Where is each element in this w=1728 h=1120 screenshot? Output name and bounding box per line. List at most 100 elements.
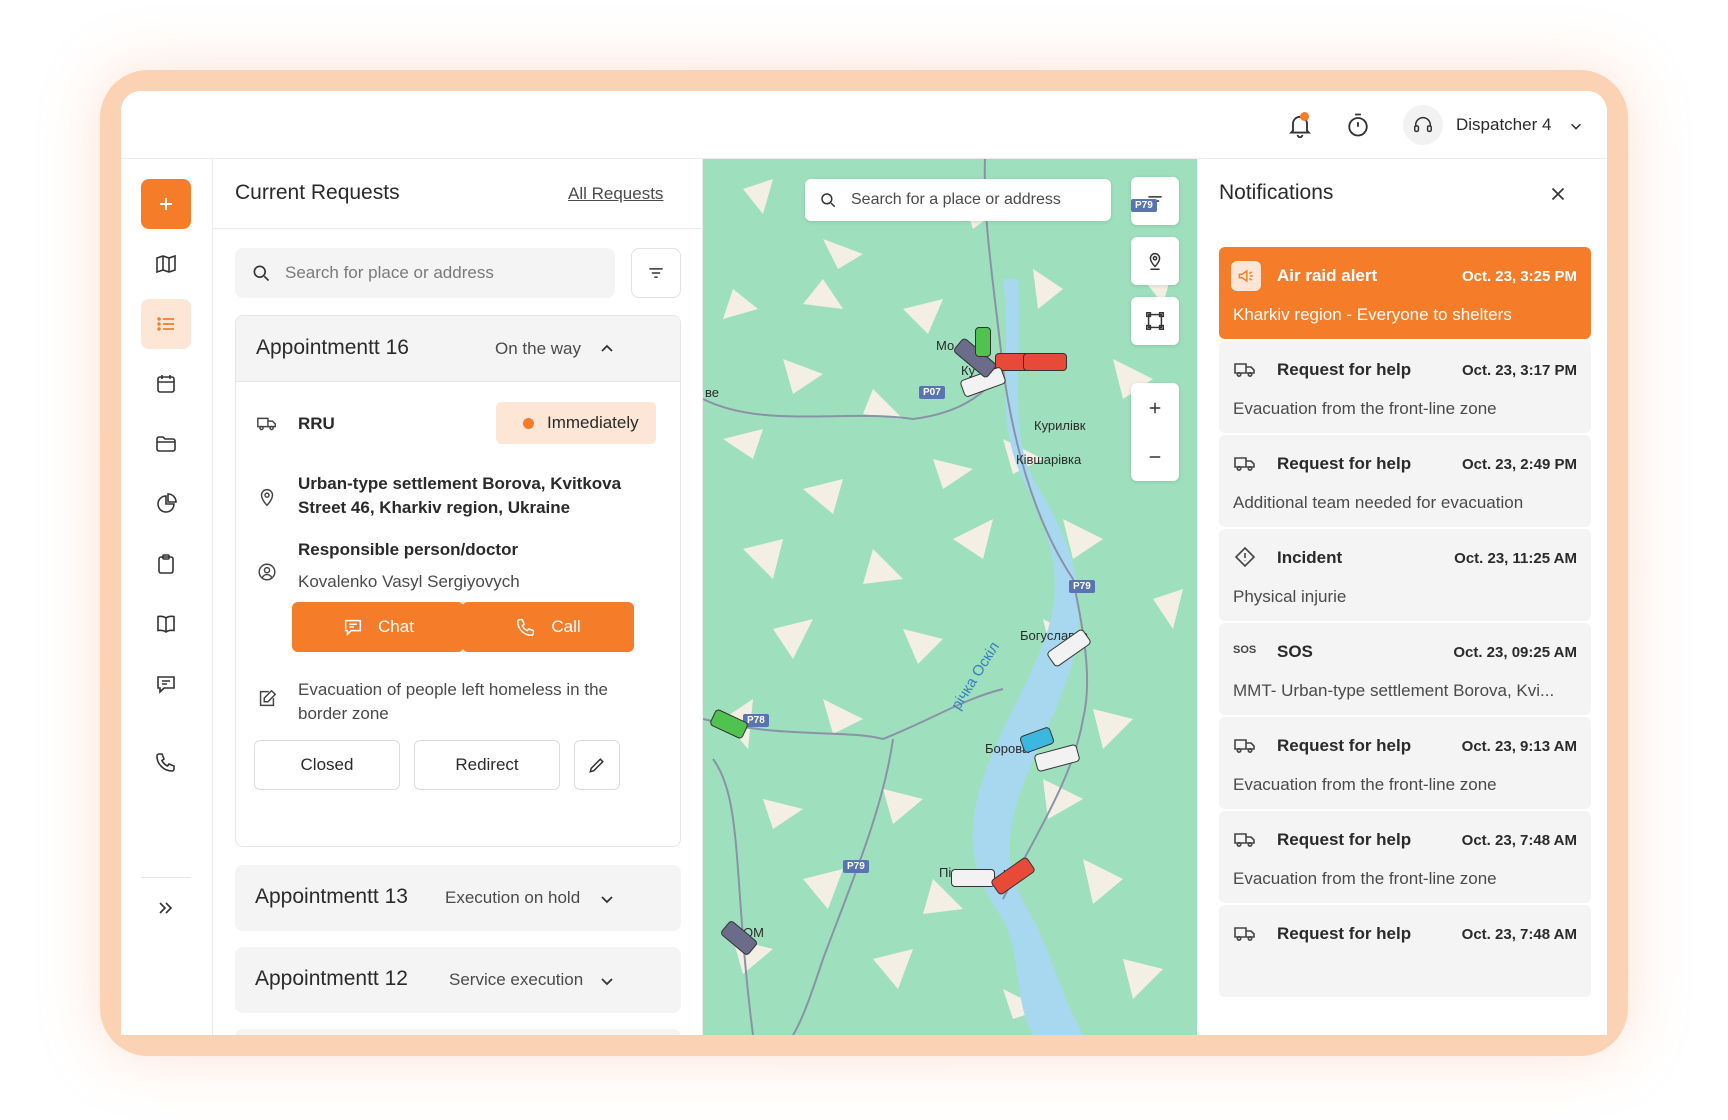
avatar[interactable] <box>1403 105 1443 145</box>
notifications-title: Notifications <box>1219 181 1334 204</box>
truck-icon <box>1234 363 1255 378</box>
notification-card[interactable]: Request for help Oct. 23, 7:48 AM <box>1219 905 1591 997</box>
notification-card[interactable]: Request for help Oct. 23, 7:48 AM Evacua… <box>1219 811 1591 903</box>
expand-sidebar-button[interactable] <box>141 883 191 933</box>
map-zoom-controls <box>1131 383 1179 481</box>
notification-body: Evacuation from the front-line zone <box>1233 399 1497 418</box>
chevron-down-icon[interactable] <box>1569 119 1583 133</box>
map-icon <box>156 254 176 274</box>
notification-card-alert[interactable]: Air raid alert Oct. 23, 3:25 PM Kharkiv … <box>1219 247 1591 339</box>
folder-icon <box>156 436 176 452</box>
redirect-button[interactable]: Redirect <box>414 740 560 790</box>
sidebar-item-book[interactable] <box>141 599 191 649</box>
sidebar-item-chat[interactable] <box>141 659 191 709</box>
map-search-input[interactable]: Search for a place or address <box>805 179 1111 221</box>
sidebar-item-folder[interactable] <box>141 419 191 469</box>
clipboard-icon <box>158 554 174 574</box>
chevron-down-icon[interactable] <box>599 891 615 907</box>
chat-label: Chat <box>378 617 414 636</box>
plus-icon <box>160 198 172 210</box>
description-line-1: Evacuation of people left homeless in th… <box>298 680 608 699</box>
notification-time: Oct. 23, 2:49 PM <box>1461 456 1577 473</box>
add-button[interactable] <box>141 179 191 229</box>
notification-card[interactable]: SOS SOS Oct. 23, 09:25 AM MMT- Urban-typ… <box>1219 623 1591 715</box>
zoom-in-button[interactable] <box>1131 383 1179 432</box>
responsible-label: Responsible person/doctor <box>298 540 519 559</box>
sidebar <box>121 159 213 1035</box>
notification-time: Oct. 23, 11:25 AM <box>1454 550 1577 567</box>
filter-button[interactable] <box>631 248 681 298</box>
sos-icon: SOS <box>1233 644 1257 656</box>
notification-body: Additional team needed for evacuation <box>1233 493 1524 512</box>
select-area-icon <box>1146 312 1164 330</box>
sidebar-item-map[interactable] <box>141 239 191 289</box>
vehicle-marker[interactable] <box>1023 353 1067 371</box>
appointment-card-collapsed[interactable]: Appointmentt 13 Execution on hold <box>235 865 681 931</box>
map-place-label: Курилівк <box>1034 418 1086 433</box>
road-badge: P79 <box>1069 580 1095 593</box>
search-placeholder: Search for place or address <box>285 263 494 282</box>
chevron-down-icon[interactable] <box>599 973 615 989</box>
notification-card[interactable]: Incident Oct. 23, 11:25 AM Physical inju… <box>1219 529 1591 621</box>
pencil-icon <box>589 758 604 773</box>
app-screen: Dispatcher 4 Current Requests All Reques… <box>121 91 1607 1035</box>
appointment-card-expanded: Appointmentt 16 On the way RRU Immediate… <box>235 315 681 847</box>
sidebar-item-analytics[interactable] <box>141 479 191 529</box>
map-location-button[interactable] <box>1131 237 1179 285</box>
map-area-select-button[interactable] <box>1131 297 1179 345</box>
close-icon[interactable] <box>1547 183 1569 205</box>
user-name[interactable]: Dispatcher 4 <box>1456 115 1551 135</box>
request-search-input[interactable]: Search for place or address <box>235 248 615 298</box>
headset-icon <box>1414 117 1432 133</box>
vehicle-marker[interactable] <box>975 327 991 357</box>
megaphone-icon <box>1231 261 1261 291</box>
map-place-label: Ківшарівка <box>1016 452 1082 467</box>
notification-card[interactable]: Request for help Oct. 23, 2:49 PM Additi… <box>1219 435 1591 527</box>
vehicle-marker[interactable] <box>951 869 995 887</box>
edit-button[interactable] <box>574 740 620 790</box>
sidebar-item-calendar[interactable] <box>141 359 191 409</box>
truck-icon <box>1234 927 1255 942</box>
closed-label: Closed <box>300 755 354 774</box>
notification-title: Request for help <box>1277 454 1412 473</box>
top-bar: Dispatcher 4 <box>121 91 1607 159</box>
road-badge: P07 <box>919 386 945 399</box>
map-view[interactable]: Search for a place or address Мо Ку Кури… <box>703 159 1197 1035</box>
map-terrain-patches <box>723 179 1183 1019</box>
appointment-description: Evacuation of people left homeless in th… <box>298 678 648 726</box>
appointment-header[interactable]: Appointmentt 16 On the way <box>236 316 680 382</box>
notification-time: Oct. 23, 3:17 PM <box>1461 362 1577 379</box>
zoom-out-button[interactable] <box>1131 432 1179 481</box>
calendar-icon <box>157 375 175 393</box>
notification-time: Oct. 23, 7:48 AM <box>1461 832 1577 849</box>
notifications-panel: Notifications Air raid alert Oct. 23, 3:… <box>1197 159 1607 1035</box>
phone-icon <box>156 753 175 772</box>
closed-button[interactable]: Closed <box>254 740 400 790</box>
call-label: Call <box>551 617 581 636</box>
call-button[interactable]: Call <box>462 602 634 652</box>
sidebar-item-list[interactable] <box>141 299 191 349</box>
truck-icon <box>257 417 276 431</box>
notification-body: MMT- Urban-type settlement Borova, Kvi..… <box>1233 681 1555 700</box>
filter-icon <box>649 268 663 278</box>
map-place-label: Пі <box>939 865 952 880</box>
appointment-name: Appointmentt 12 <box>255 967 408 990</box>
all-requests-link[interactable]: All Requests <box>568 184 663 204</box>
sidebar-item-clipboard[interactable] <box>141 539 191 589</box>
chat-button[interactable]: Chat <box>292 602 464 652</box>
appointment-address: Urban-type settlement Borova, Kvitkova S… <box>298 472 638 520</box>
notification-card[interactable]: Request for help Oct. 23, 3:17 PM Evacua… <box>1219 341 1591 433</box>
sidebar-item-phone[interactable] <box>141 737 191 787</box>
timer-icon[interactable] <box>1344 111 1372 139</box>
notification-card[interactable]: Request for help Oct. 23, 9:13 AM Evacua… <box>1219 717 1591 809</box>
redirect-label: Redirect <box>455 755 519 774</box>
notification-title: Request for help <box>1277 736 1412 755</box>
chevron-up-icon[interactable] <box>599 341 615 357</box>
appointment-card-collapsed[interactable] <box>235 1029 681 1035</box>
notification-title: Request for help <box>1277 360 1412 379</box>
chat-icon <box>344 619 362 637</box>
appointment-card-collapsed[interactable]: Appointmentt 12 Service execution <box>235 947 681 1013</box>
notification-body: Kharkiv region - Everyone to shelters <box>1233 305 1512 324</box>
address-line-1: Urban-type settlement Borova, Kvitkova <box>298 474 622 493</box>
notification-time: Oct. 23, 9:13 AM <box>1461 738 1577 755</box>
